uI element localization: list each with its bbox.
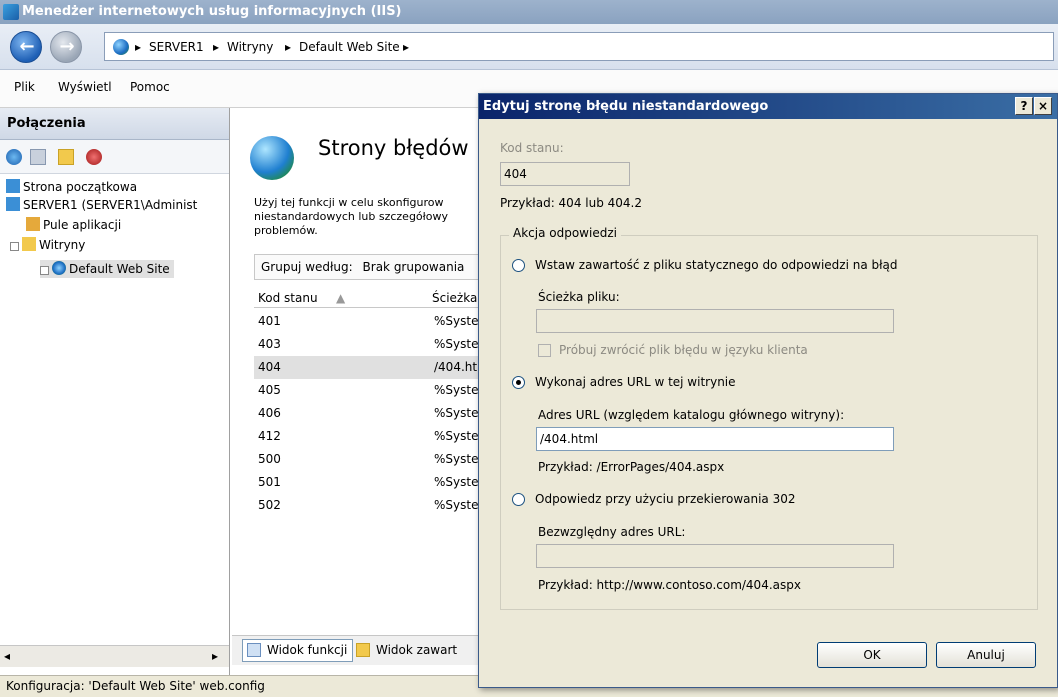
tab-content-view[interactable]: Widok zawart xyxy=(352,639,457,662)
radio-static-file[interactable] xyxy=(512,259,525,272)
iis-app-icon xyxy=(3,4,19,20)
folder-up-icon[interactable] xyxy=(58,149,74,165)
radio-redirect-302[interactable] xyxy=(512,493,525,506)
status-code-field[interactable]: 404 xyxy=(500,162,630,186)
expand-icon[interactable] xyxy=(40,266,49,275)
collapse-icon[interactable] xyxy=(10,242,19,251)
error-pages-globe-icon xyxy=(250,136,294,180)
scroll-left-icon[interactable]: ◂ xyxy=(4,649,10,663)
tree-item-default-site[interactable]: Default Web Site xyxy=(40,260,174,278)
table-row-selected[interactable]: 404/404.htm xyxy=(254,356,494,379)
edit-custom-error-dialog: Edytuj stronę błędu niestandardowego ? ×… xyxy=(478,93,1058,688)
static-file-option-label[interactable]: Wstaw zawartość z pliku statycznego do o… xyxy=(535,258,898,272)
start-page-icon xyxy=(6,179,20,193)
crumb-default-site[interactable]: Default Web Site xyxy=(299,39,400,55)
window-title: Menedżer internetowych usług informacyjn… xyxy=(0,0,1058,24)
connections-hscrollbar[interactable]: ◂ ▸ xyxy=(0,645,229,667)
url-field[interactable]: /404.html xyxy=(536,427,894,451)
content-view-icon xyxy=(356,643,370,657)
table-row[interactable]: 500 %Systen xyxy=(254,448,494,471)
url-label: Adres URL (względem katalogu głównego wi… xyxy=(538,408,845,422)
crumb-arrow-icon: ▸ xyxy=(285,40,292,54)
response-action-legend: Akcja odpowiedzi xyxy=(509,226,621,240)
crumb-server[interactable]: SERVER1 xyxy=(149,39,204,55)
scroll-right-icon[interactable]: ▸ xyxy=(212,649,218,663)
group-by-label: Grupuj według: xyxy=(261,260,353,274)
menu-file[interactable]: Plik xyxy=(14,80,35,94)
forward-button[interactable]: → xyxy=(50,31,82,63)
sites-folder-icon xyxy=(22,237,36,251)
group-by-bar[interactable]: Grupuj według: Brak grupowania xyxy=(254,254,484,280)
table-row[interactable]: 412 %Systen xyxy=(254,425,494,448)
redirect-option-label[interactable]: Odpowiedz przy użyciu przekierowania 302 xyxy=(535,492,796,506)
table-row[interactable]: 403 %Systen xyxy=(254,333,494,356)
connect-icon[interactable] xyxy=(6,149,22,165)
crumb-arrow-icon: ▸ xyxy=(213,40,220,54)
column-code[interactable]: Kod stanu xyxy=(258,288,318,308)
back-button[interactable]: ← xyxy=(10,31,42,63)
localized-checkbox-label: Próbuj zwrócić plik błędu w języku klien… xyxy=(559,343,808,357)
help-button[interactable]: ? xyxy=(1015,97,1033,115)
tab-features-view[interactable]: Widok funkcji xyxy=(242,639,354,662)
sort-asc-icon: ▲ xyxy=(336,291,346,305)
address-bar: ← → ▸ SERVER1 ▸ Witryny ▸ Default Web Si… xyxy=(0,24,1058,70)
url-example: Przykład: /ErrorPages/404.aspx xyxy=(538,460,725,474)
page-title: Strony błędów xyxy=(318,136,469,160)
tree-item-start-page[interactable]: Strona początkowa xyxy=(6,178,137,196)
connections-panel: Połączenia Strona początkowa SERVER1 (SE… xyxy=(0,108,230,675)
close-button[interactable]: × xyxy=(1034,97,1052,115)
crumb-arrow-icon: ▸ xyxy=(135,40,142,54)
tree-item-server[interactable]: SERVER1 (SERVER1\Administ xyxy=(6,196,197,214)
list-header: Kod stanu ▲ Ścieżka xyxy=(254,288,504,308)
menu-view[interactable]: Wyświetl xyxy=(58,80,112,94)
breadcrumb[interactable]: ▸ SERVER1 ▸ Witryny ▸ Default Web Site ▸ xyxy=(104,32,1054,61)
save-icon[interactable] xyxy=(30,149,46,165)
tree-item-sites[interactable]: Witryny xyxy=(10,236,85,254)
tree-item-app-pools[interactable]: Pule aplikacji xyxy=(26,216,121,234)
disconnect-icon[interactable] xyxy=(86,149,102,165)
group-by-value[interactable]: Brak grupowania xyxy=(363,260,465,274)
app-pools-icon xyxy=(26,217,40,231)
radio-execute-url[interactable] xyxy=(512,376,525,389)
features-view-icon xyxy=(247,643,261,657)
menu-help[interactable]: Pomoc xyxy=(130,80,170,94)
absolute-url-label: Bezwzględny adres URL: xyxy=(538,525,686,539)
cancel-button[interactable]: Anuluj xyxy=(936,642,1036,668)
server-icon xyxy=(6,197,20,211)
connections-toolbar xyxy=(0,140,229,174)
crumb-sites[interactable]: Witryny xyxy=(227,39,273,55)
status-code-label: Kod stanu: xyxy=(500,141,564,155)
file-path-field[interactable] xyxy=(536,309,894,333)
status-code-example: Przykład: 404 lub 404.2 xyxy=(500,196,642,210)
table-row[interactable]: 401 %Systen xyxy=(254,310,494,333)
site-globe-icon xyxy=(52,261,66,275)
table-row[interactable]: 406 %Systen xyxy=(254,402,494,425)
absolute-url-example: Przykład: http://www.contoso.com/404.asp… xyxy=(538,578,801,592)
localized-checkbox[interactable] xyxy=(538,344,551,357)
execute-url-option-label[interactable]: Wykonaj adres URL w tej witrynie xyxy=(535,375,736,389)
table-row[interactable]: 501 %Systen xyxy=(254,471,494,494)
page-description: Użyj tej funkcji w celu skonfigurow nies… xyxy=(254,196,449,237)
forward-arrow-icon: → xyxy=(59,36,75,57)
globe-icon xyxy=(113,39,129,55)
table-row[interactable]: 502 %Systen xyxy=(254,494,494,517)
back-arrow-icon: ← xyxy=(19,36,35,57)
column-path[interactable]: Ścieżka xyxy=(432,288,477,308)
file-path-label: Ścieżka pliku: xyxy=(538,290,620,304)
connections-title: Połączenia xyxy=(0,108,229,140)
table-row[interactable]: 405 %Systen xyxy=(254,379,494,402)
absolute-url-field[interactable] xyxy=(536,544,894,568)
ok-button[interactable]: OK xyxy=(817,642,927,668)
dialog-title: Edytuj stronę błędu niestandardowego xyxy=(479,94,1057,119)
crumb-arrow-icon: ▸ xyxy=(403,40,410,54)
